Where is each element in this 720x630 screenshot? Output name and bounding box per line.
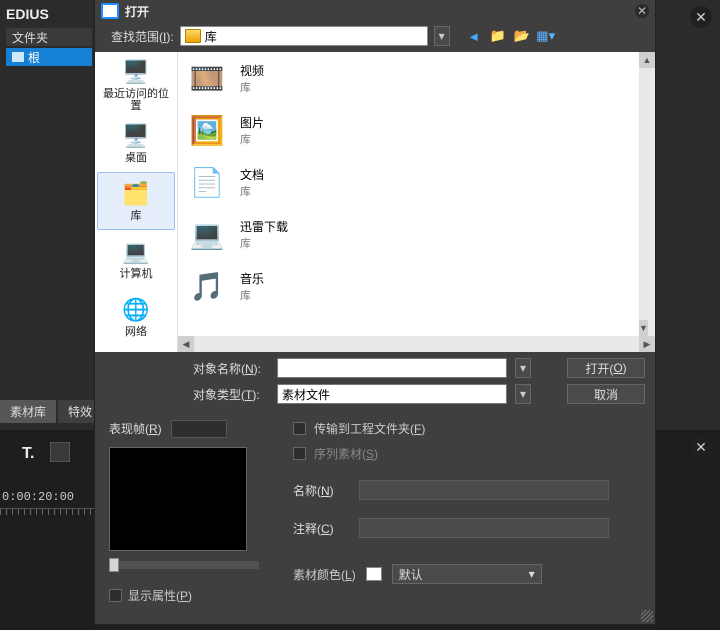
close-icon[interactable]: ✕ — [690, 436, 712, 458]
sequence-label: 序列素材(S) — [314, 445, 378, 462]
file-browser: 🖥️最近访问的位置 🖥️桌面 🗂️库 💻计算机 🌐网络 🎞️视频库 🖼️图片库 … — [95, 52, 655, 352]
tab-library[interactable]: 素材库 — [0, 400, 56, 423]
dialog-title: 打开 — [125, 3, 149, 20]
documents-library-icon: 📄 — [186, 162, 228, 202]
open-button[interactable]: 打开(O) — [567, 358, 645, 378]
filename-label: 对象名称(N): — [193, 360, 269, 377]
transfer-label: 传输到工程文件夹(F) — [314, 420, 425, 437]
bin-tabs: 素材库 特效 — [0, 400, 102, 423]
show-properties-checkbox[interactable] — [109, 589, 122, 602]
place-libraries[interactable]: 🗂️库 — [97, 172, 175, 230]
filetype-label: 对象类型(T): — [193, 386, 269, 403]
app-logo: EDIUS — [6, 6, 49, 22]
up-icon[interactable]: 📁 — [490, 28, 506, 44]
place-desktop[interactable]: 🖥️桌面 — [97, 114, 175, 172]
scroll-left-icon[interactable]: ◀ — [178, 336, 194, 352]
text-tool-icon[interactable]: T. — [22, 445, 34, 463]
lookin-label: 查找范围(I): — [111, 28, 174, 45]
pictures-library-icon: 🖼️ — [186, 110, 228, 150]
back-icon[interactable]: ◄ — [466, 28, 482, 44]
place-network[interactable]: 🌐网络 — [97, 288, 175, 346]
file-form: 对象名称(N): ▾ 打开(O) 对象类型(T): 素材文件 ▾ 取消 — [95, 352, 655, 404]
list-item[interactable]: 🎞️视频库 — [178, 52, 639, 104]
comment-field[interactable] — [359, 518, 609, 538]
filename-dropdown-icon[interactable]: ▾ — [515, 358, 531, 378]
resize-grip-icon[interactable] — [641, 610, 653, 622]
list-item[interactable]: 📄文档库 — [178, 156, 639, 208]
scroll-down-icon[interactable]: ▼ — [639, 320, 648, 336]
music-library-icon: 🎵 — [186, 266, 228, 306]
timecode-display[interactable]: 0:00:20:00 — [2, 490, 74, 504]
lookin-dropdown-icon[interactable]: ▾ — [434, 26, 450, 46]
cancel-button[interactable]: 取消 — [567, 384, 645, 404]
sequence-checkbox[interactable] — [293, 447, 306, 460]
folder-icon — [12, 52, 24, 62]
filetype-dropdown-icon[interactable]: ▾ — [515, 384, 531, 404]
lookin-combo[interactable]: 库 — [180, 26, 428, 46]
list-item[interactable]: 🎵音乐库 — [178, 260, 639, 312]
close-icon[interactable]: ✕ — [690, 6, 712, 28]
place-recent[interactable]: 🖥️最近访问的位置 — [97, 56, 175, 114]
dialog-lower: 表现帧(R) 显示属性(P) 传输到工程文件夹(F) 序列素材(S) 名称(N)… — [95, 410, 655, 604]
dialog-close-icon[interactable]: ✕ — [635, 4, 649, 18]
recent-icon: 🖥️ — [120, 58, 152, 86]
new-folder-icon[interactable]: 📂 — [514, 28, 530, 44]
lookin-value: 库 — [205, 28, 217, 45]
nav-icons: ◄ 📁 📂 ▦▾ — [466, 28, 554, 44]
scroll-right-icon[interactable]: ▶ — [639, 336, 655, 352]
filename-input[interactable] — [277, 358, 507, 378]
preview-thumbnail — [109, 447, 247, 551]
folder-tree-root[interactable]: 根 — [6, 48, 92, 66]
name-field[interactable] — [359, 480, 609, 500]
file-list[interactable]: 🎞️视频库 🖼️图片库 📄文档库 💻迅雷下载库 🎵音乐库 ▲▼ ◀▶ — [177, 52, 655, 352]
folder-root-label: 根 — [28, 49, 40, 66]
show-properties-label: 显示属性(P) — [128, 587, 192, 604]
preview-slider[interactable] — [109, 561, 259, 569]
places-bar: 🖥️最近访问的位置 🖥️桌面 🗂️库 💻计算机 🌐网络 — [95, 52, 177, 352]
comment-label: 注释(C) — [293, 520, 349, 537]
list-item[interactable]: 🖼️图片库 — [178, 104, 639, 156]
open-dialog: 打开 ✕ 查找范围(I): 库 ▾ ◄ 📁 📂 ▦▾ 🖥️最近访问的位置 🖥️桌… — [95, 0, 655, 624]
filetype-combo[interactable]: 素材文件 — [277, 384, 507, 404]
clip-color-label: 素材颜色(L) — [293, 566, 356, 583]
computer-icon: 💻 — [120, 238, 152, 266]
scroll-up-icon[interactable]: ▲ — [639, 52, 655, 68]
video-library-icon: 🎞️ — [186, 58, 228, 98]
view-menu-icon[interactable]: ▦▾ — [538, 28, 554, 44]
lookin-row: 查找范围(I): 库 ▾ ◄ 📁 📂 ▦▾ — [95, 22, 655, 52]
vertical-scrollbar[interactable]: ▲▼ — [639, 52, 655, 336]
represent-frame-field[interactable] — [171, 420, 227, 438]
library-icon — [185, 29, 201, 43]
horizontal-scrollbar[interactable]: ◀▶ — [178, 336, 655, 352]
desktop-icon: 🖥️ — [120, 122, 152, 150]
network-icon: 🌐 — [120, 296, 152, 324]
transfer-checkbox[interactable] — [293, 422, 306, 435]
clip-color-combo[interactable]: 默认▾ — [392, 564, 542, 584]
downloads-library-icon: 💻 — [186, 214, 228, 254]
place-computer[interactable]: 💻计算机 — [97, 230, 175, 288]
slider-knob[interactable] — [109, 558, 119, 572]
timeline-ruler[interactable] — [0, 508, 95, 518]
timeline-tool-button[interactable] — [50, 442, 70, 462]
name-label: 名称(N) — [293, 482, 349, 499]
libraries-icon: 🗂️ — [120, 180, 152, 208]
list-item[interactable]: 💻迅雷下载库 — [178, 208, 639, 260]
dialog-titlebar[interactable]: 打开 ✕ — [95, 0, 655, 22]
color-swatch — [366, 567, 382, 581]
folder-panel-header: 文件夹 — [6, 28, 92, 46]
open-folder-icon — [101, 3, 119, 19]
represent-frame-label: 表现帧(R) — [109, 420, 162, 437]
